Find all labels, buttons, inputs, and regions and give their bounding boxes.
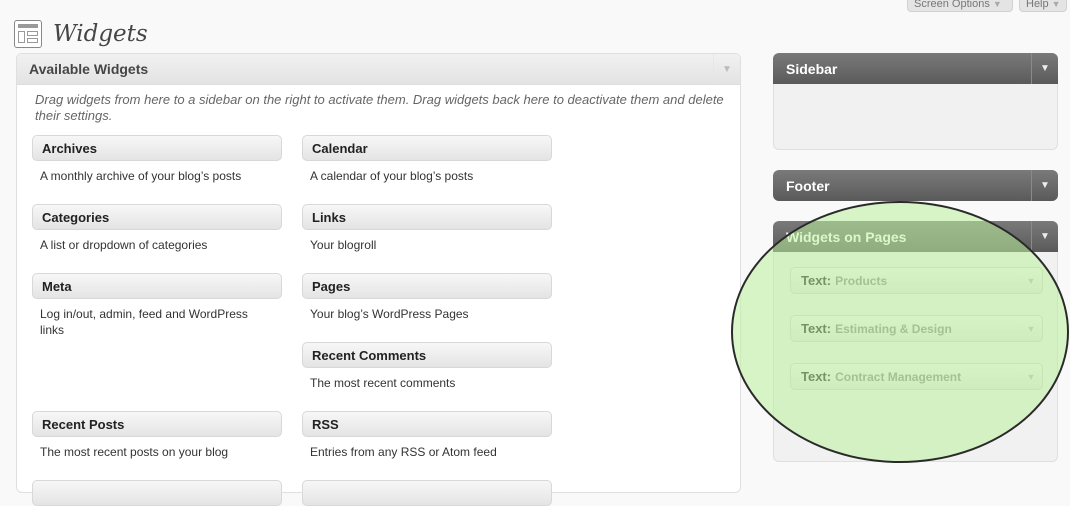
widget-title[interactable]: Recent Comments bbox=[302, 342, 552, 368]
widget-title[interactable] bbox=[32, 480, 282, 506]
widget-type: Text: bbox=[801, 273, 832, 288]
widget-links[interactable]: Links Your blogroll bbox=[302, 204, 552, 253]
widget-title[interactable]: Categories bbox=[32, 204, 282, 230]
widget-title[interactable]: Recent Posts bbox=[32, 411, 282, 437]
widget-title[interactable]: RSS bbox=[302, 411, 552, 437]
widgets-page-icon bbox=[14, 20, 42, 49]
footer-header[interactable]: Footer ▼ bbox=[773, 170, 1058, 201]
available-widgets-panel: Available Widgets ▼ Drag widgets from he… bbox=[16, 53, 741, 506]
widget-categories[interactable]: Categories A list or dropdown of categor… bbox=[32, 204, 282, 253]
sidebar-title: Sidebar bbox=[786, 60, 838, 77]
widget-description: The most recent posts on your blog bbox=[40, 445, 229, 459]
help-label: Help bbox=[1026, 0, 1049, 10]
widget-archives[interactable]: Archives A monthly archive of your blog’… bbox=[32, 135, 282, 184]
widget-title[interactable]: Meta bbox=[32, 273, 282, 299]
widget-meta[interactable]: Meta Log in/out, admin, feed and WordPre… bbox=[32, 273, 282, 338]
footer-title: Footer bbox=[786, 177, 830, 194]
sidebar-area-sidebar: Sidebar ▼ bbox=[773, 53, 1058, 150]
widget-pages[interactable]: Pages Your blog’s WordPress Pages bbox=[302, 273, 552, 322]
available-widgets-title: Available Widgets bbox=[29, 61, 149, 77]
widget-description: A list or dropdown of categories bbox=[40, 238, 208, 252]
widget-title[interactable]: Archives bbox=[32, 135, 282, 161]
widget-next-partial[interactable] bbox=[302, 480, 552, 506]
sidebar-widget-text-contract-management[interactable]: Text: Contract Management ▼ bbox=[790, 363, 1043, 390]
collapse-toggle-icon[interactable]: ▼ bbox=[713, 54, 740, 84]
widget-recent-comments[interactable]: Recent Comments The most recent comments bbox=[302, 342, 552, 391]
sidebar-area-footer: Footer ▼ bbox=[773, 170, 1058, 201]
widget-name: Contract Management bbox=[835, 369, 962, 384]
widgets-on-pages-header[interactable]: Widgets on Pages ▼ bbox=[773, 221, 1058, 252]
widget-title[interactable]: Calendar bbox=[302, 135, 552, 161]
available-widgets-header[interactable]: Available Widgets ▼ bbox=[17, 54, 740, 85]
widget-recent-posts[interactable]: Recent Posts The most recent posts on yo… bbox=[32, 411, 282, 460]
sidebar-drop-area[interactable] bbox=[773, 84, 1058, 150]
sidebar-widget-text-estimating-design[interactable]: Text: Estimating & Design ▼ bbox=[790, 315, 1043, 342]
widget-name: Products bbox=[835, 273, 888, 288]
chevron-down-icon[interactable]: ▼ bbox=[1020, 316, 1042, 341]
widgets-on-pages-drop-area[interactable]: Text: Products ▼ Text: Estimating & Desi… bbox=[773, 252, 1058, 462]
sidebar-widget-text-products[interactable]: Text: Products ▼ bbox=[790, 267, 1043, 294]
chevron-down-icon[interactable]: ▼ bbox=[1020, 364, 1042, 389]
widget-calendar[interactable]: Calendar A calendar of your blog’s posts bbox=[302, 135, 552, 184]
widget-description: Log in/out, admin, feed and WordPress li… bbox=[40, 307, 248, 337]
widget-type: Text: bbox=[801, 321, 832, 336]
widgets-on-pages-title: Widgets on Pages bbox=[786, 228, 907, 245]
widget-description: The most recent comments bbox=[310, 376, 456, 390]
widget-description: A calendar of your blog’s posts bbox=[310, 169, 474, 183]
help-button[interactable]: Help ▼ bbox=[1019, 0, 1067, 12]
widget-description: Your blog’s WordPress Pages bbox=[310, 307, 469, 321]
widget-rss[interactable]: RSS Entries from any RSS or Atom feed bbox=[302, 411, 552, 460]
widget-title[interactable]: Links bbox=[302, 204, 552, 230]
chevron-down-icon[interactable]: ▼ bbox=[1031, 53, 1058, 84]
chevron-down-icon[interactable]: ▼ bbox=[1031, 170, 1058, 201]
sidebar-header[interactable]: Sidebar ▼ bbox=[773, 53, 1058, 84]
widget-name: Estimating & Design bbox=[835, 321, 952, 336]
sidebar-area-widgets-on-pages: Widgets on Pages ▼ Text: Products ▼ Text… bbox=[773, 221, 1058, 462]
chevron-down-icon[interactable]: ▼ bbox=[1020, 268, 1042, 293]
widget-title[interactable] bbox=[302, 480, 552, 506]
widget-title[interactable]: Pages bbox=[302, 273, 552, 299]
widget-description: Your blogroll bbox=[310, 238, 377, 252]
widget-description: A monthly archive of your blog’s posts bbox=[40, 169, 242, 183]
screen-options-label: Screen Options bbox=[914, 0, 990, 10]
chevron-down-icon: ▼ bbox=[1051, 0, 1061, 9]
chevron-down-icon: ▼ bbox=[992, 0, 1002, 9]
screen-options-button[interactable]: Screen Options ▼ bbox=[907, 0, 1013, 12]
available-widgets-description: Drag widgets from here to a sidebar on t… bbox=[35, 92, 724, 123]
page-title: Widgets bbox=[53, 21, 148, 48]
widget-next-partial[interactable] bbox=[32, 480, 282, 506]
widget-description: Entries from any RSS or Atom feed bbox=[310, 445, 497, 459]
widget-type: Text: bbox=[801, 369, 832, 384]
chevron-down-icon[interactable]: ▼ bbox=[1031, 221, 1058, 252]
